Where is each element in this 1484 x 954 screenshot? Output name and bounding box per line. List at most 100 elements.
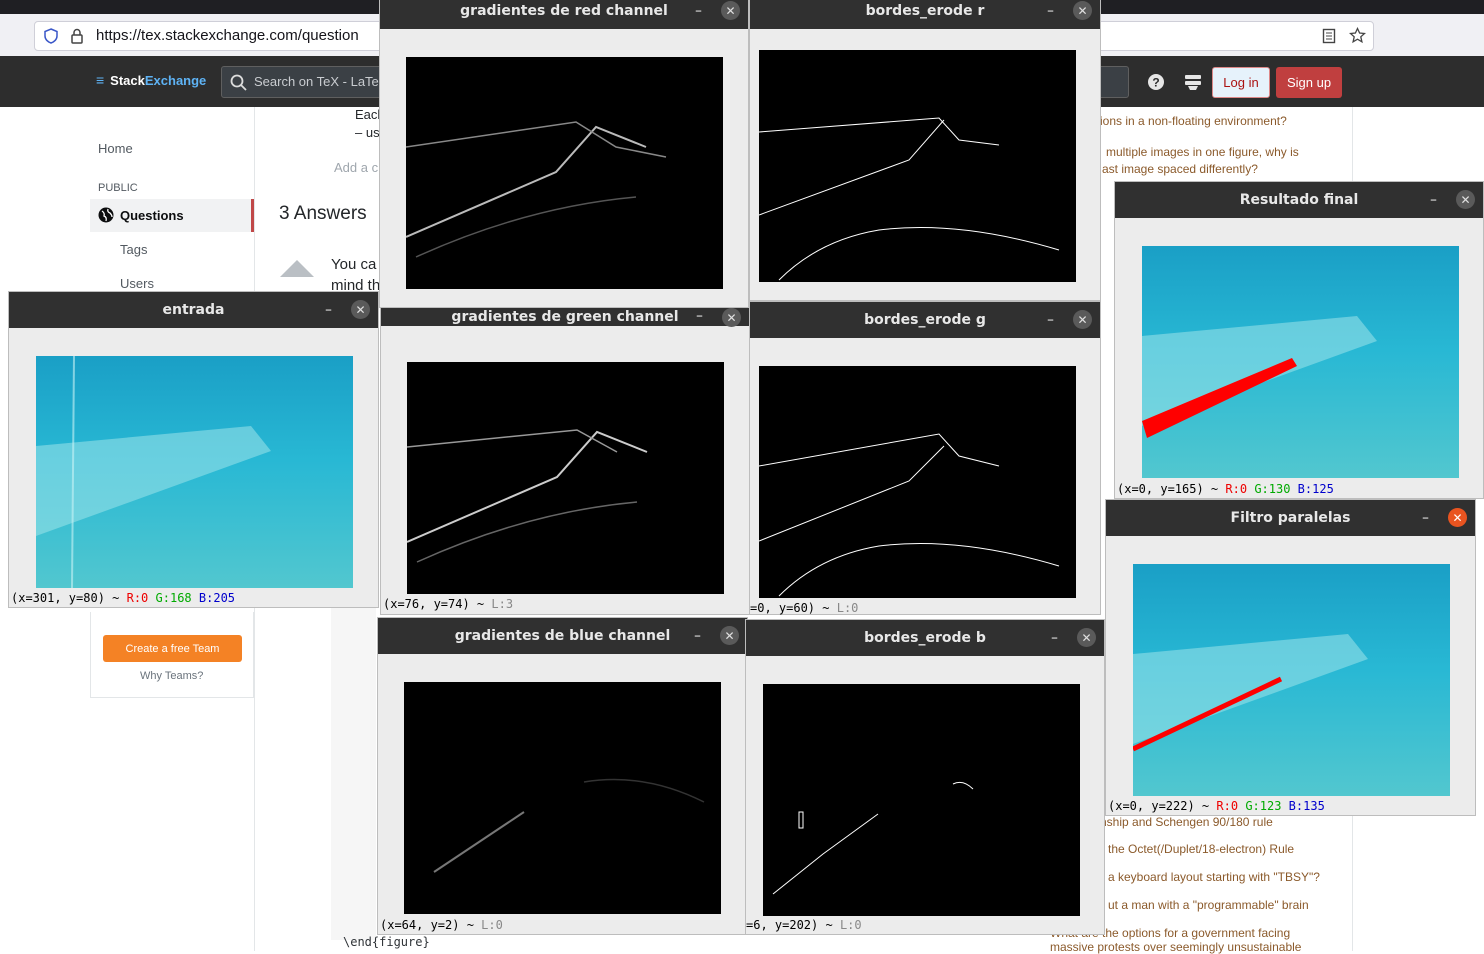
login-button[interactable]: Log in: [1212, 67, 1270, 98]
minimize-icon[interactable]: –: [1047, 3, 1054, 19]
url-path: /question: [297, 27, 359, 44]
image-grad-red: [406, 57, 723, 289]
titlebar-erode-r[interactable]: bordes_erode r – ✕: [750, 0, 1100, 29]
minimize-icon[interactable]: –: [696, 308, 703, 324]
close-icon[interactable]: ✕: [1073, 310, 1092, 329]
window-entrada[interactable]: entrada – ✕ (x=301, y=80) ~ R:0 G:168 B:…: [8, 291, 379, 608]
window-title: bordes_erode r: [865, 3, 985, 19]
window-grad-red[interactable]: gradientes de red channel – ✕: [379, 0, 749, 308]
answer-text: You ca: [331, 256, 377, 273]
window-resultado-final[interactable]: Resultado final – ✕ (x=0, y=165) ~ R:0 G…: [1114, 181, 1484, 499]
help-icon[interactable]: ?: [1146, 72, 1166, 92]
hot-question-6[interactable]: ut a man with a "programmable" brain: [1108, 898, 1309, 912]
status-entrada: (x=301, y=80) ~ R:0 G:168 B:205: [11, 591, 236, 605]
titlebar-erode-g[interactable]: bordes_erode g – ✕: [750, 302, 1100, 338]
window-title: gradientes de green channel: [451, 309, 679, 325]
close-icon[interactable]: ✕: [351, 300, 370, 319]
close-icon[interactable]: ✕: [1077, 628, 1096, 647]
status-resultado-final: (x=0, y=165) ~ R:0 G:130 B:125: [1117, 482, 1334, 496]
window-erode-r[interactable]: bordes_erode r – ✕: [749, 0, 1101, 301]
window-title: gradientes de red channel: [460, 3, 668, 19]
status-grad-blue: (x=64, y=2) ~ L:0: [380, 918, 503, 932]
why-teams-link[interactable]: Why Teams?: [140, 670, 203, 682]
url-text[interactable]: https://tex.stackexchange.com/question: [96, 27, 359, 44]
reader-view-icon[interactable]: [1320, 27, 1338, 45]
minimize-icon[interactable]: –: [695, 3, 702, 19]
window-erode-b[interactable]: bordes_erode b – ✕ =6, y=202) ~ L:0: [745, 619, 1105, 935]
window-title: Filtro paralelas: [1230, 510, 1351, 526]
window-title: Resultado final: [1239, 192, 1359, 208]
add-comment-link[interactable]: Add a c: [334, 160, 378, 175]
status-erode-g: =0, y=60) ~ L:0: [750, 601, 859, 615]
stackexchange-logo-icon: ≡: [96, 72, 105, 88]
window-grad-green[interactable]: gradientes de green channel – ✕ (x=76, y…: [380, 307, 750, 615]
nav-users[interactable]: Users: [120, 276, 154, 291]
minimize-icon[interactable]: –: [1430, 192, 1437, 208]
url-host: stackexchange.com: [165, 27, 298, 44]
minimize-icon[interactable]: –: [1047, 312, 1054, 328]
window-title: bordes_erode g: [864, 312, 986, 328]
titlebar-grad-green[interactable]: gradientes de green channel – ✕: [381, 308, 749, 327]
titlebar-grad-blue[interactable]: gradientes de blue channel – ✕: [378, 618, 747, 654]
close-icon[interactable]: ✕: [722, 308, 741, 327]
hot-question-2b[interactable]: ast image spaced differently?: [1102, 162, 1258, 176]
nav-home[interactable]: Home: [98, 141, 133, 156]
hot-question-3[interactable]: nship and Schengen 90/180 rule: [1100, 815, 1273, 829]
image-erode-r: [759, 50, 1076, 282]
window-grad-blue[interactable]: gradientes de blue channel – ✕ (x=64, y=…: [377, 617, 748, 935]
close-icon[interactable]: ✕: [1448, 508, 1467, 527]
logo-stack-text: Stack: [110, 72, 145, 88]
nav-tags[interactable]: Tags: [120, 242, 147, 257]
image-erode-g: [759, 366, 1076, 598]
shield-icon[interactable]: [42, 27, 60, 45]
minimize-icon[interactable]: –: [1422, 510, 1429, 526]
site-switcher-icon[interactable]: [1183, 72, 1203, 92]
titlebar-filtro-paralelas[interactable]: Filtro paralelas – ✕: [1106, 500, 1475, 536]
upvote-arrow-icon[interactable]: [280, 260, 314, 277]
close-icon[interactable]: ✕: [720, 626, 739, 645]
close-icon[interactable]: ✕: [1073, 1, 1092, 20]
bookmark-star-icon[interactable]: [1348, 26, 1366, 44]
logo-exchange-text: Exchange: [144, 72, 207, 88]
comment-fragment-2: – us: [355, 125, 380, 140]
titlebar-entrada[interactable]: entrada – ✕: [9, 292, 378, 328]
signup-button[interactable]: Sign up: [1276, 67, 1342, 98]
image-entrada: [36, 356, 353, 588]
nav-questions-label: Questions: [120, 208, 184, 223]
window-title: bordes_erode b: [864, 630, 986, 646]
search-placeholder: Search on TeX - LaTe: [254, 74, 379, 89]
lock-icon[interactable]: [68, 27, 86, 45]
status-grad-green: (x=76, y=74) ~ L:3: [383, 597, 514, 611]
titlebar-grad-red[interactable]: gradientes de red channel – ✕: [380, 0, 748, 29]
nav-public-heading: PUBLIC: [98, 182, 138, 194]
titlebar-resultado-final[interactable]: Resultado final – ✕: [1115, 182, 1483, 218]
code-end-figure: \end{figure}: [343, 935, 430, 949]
search-icon: [229, 73, 247, 91]
image-grad-blue: [404, 682, 721, 914]
window-title: gradientes de blue channel: [454, 628, 671, 644]
image-filtro-paralelas: [1133, 564, 1450, 796]
hot-question-5[interactable]: a keyboard layout starting with "TBSY"?: [1108, 870, 1320, 884]
hot-question-2[interactable]: multiple images in one figure, why is: [1106, 145, 1299, 159]
url-prefix: https://tex.: [96, 27, 166, 44]
close-icon[interactable]: ✕: [721, 1, 740, 20]
minimize-icon[interactable]: –: [1051, 630, 1058, 646]
window-filtro-paralelas[interactable]: Filtro paralelas – ✕ (x=0, y=222) ~ R:0 …: [1105, 499, 1476, 816]
close-icon[interactable]: ✕: [1456, 190, 1475, 209]
hot-question-4[interactable]: the Octet(/Duplet/18-electron) Rule: [1108, 842, 1294, 856]
minimize-icon[interactable]: –: [694, 628, 701, 644]
hot-question-1[interactable]: ions in a non-floating environment?: [1100, 114, 1287, 128]
titlebar-erode-b[interactable]: bordes_erode b – ✕: [746, 620, 1104, 656]
stackexchange-logo[interactable]: ≡ StackExchange: [96, 72, 206, 88]
status-filtro-paralelas: (x=0, y=222) ~ R:0 G:123 B:135: [1108, 799, 1325, 813]
minimize-icon[interactable]: –: [325, 302, 332, 318]
svg-text:?: ?: [1152, 76, 1159, 90]
hot-question-7b[interactable]: massive protests over seemingly unsustai…: [1050, 940, 1301, 954]
image-grad-green: [407, 362, 724, 594]
globe-icon: [98, 207, 114, 223]
code-block: [331, 580, 376, 940]
window-erode-g[interactable]: bordes_erode g – ✕ =0, y=60) ~ L:0: [749, 301, 1101, 615]
create-team-button[interactable]: Create a free Team: [103, 635, 242, 662]
image-resultado-final: [1142, 246, 1459, 478]
image-erode-b: [763, 684, 1080, 916]
